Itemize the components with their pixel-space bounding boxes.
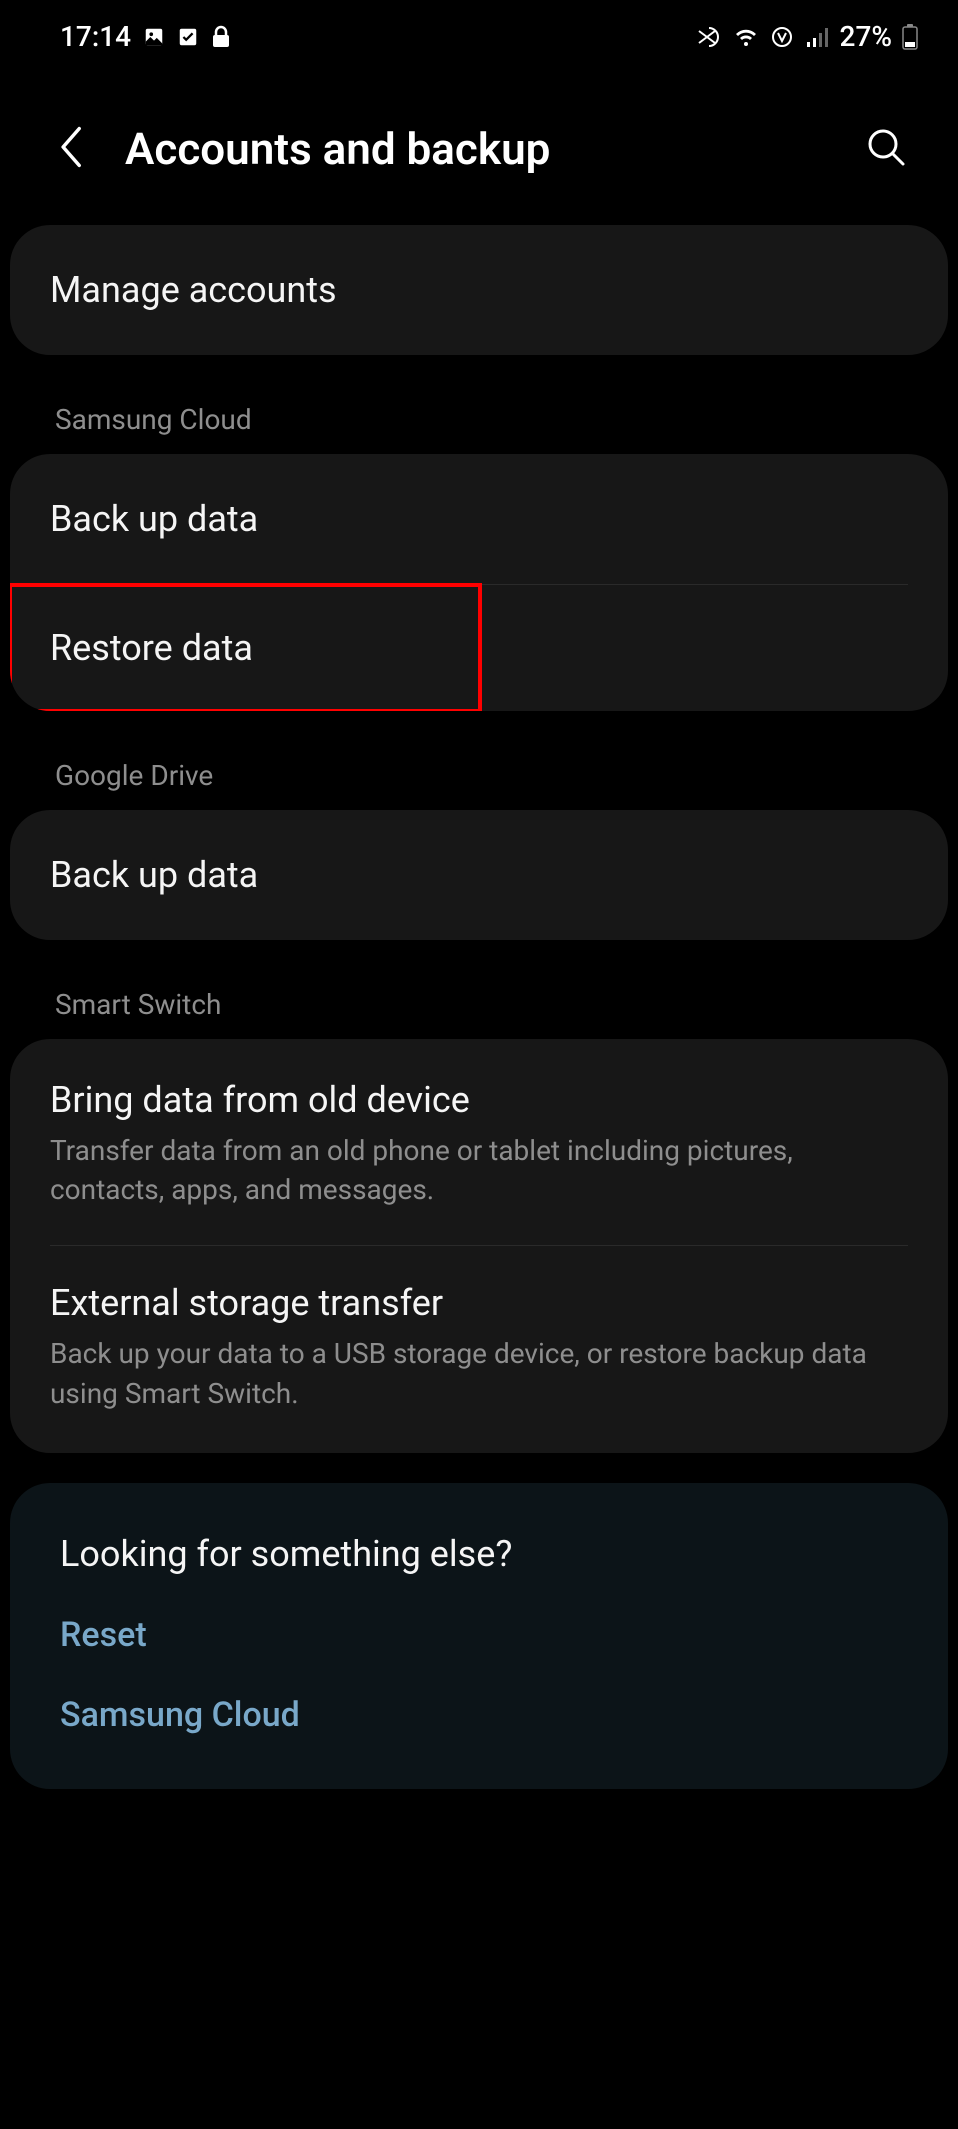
looking-title: Looking for something else?: [60, 1533, 898, 1575]
bring-data-desc: Transfer data from an old phone or table…: [50, 1131, 908, 1209]
bring-data-title: Bring data from old device: [50, 1079, 908, 1121]
page-title: Accounts and backup: [125, 123, 824, 175]
wifi-icon: [732, 26, 760, 48]
google-backup-item[interactable]: Back up data: [10, 810, 948, 940]
search-button[interactable]: [864, 125, 908, 173]
samsung-cloud-card: Back up data Restore data: [10, 454, 948, 711]
bring-data-item[interactable]: Bring data from old device Transfer data…: [10, 1039, 948, 1245]
battery-percent: 27%: [840, 20, 892, 53]
status-left: 17:14: [60, 20, 231, 53]
gallery-icon: [143, 26, 165, 48]
external-storage-title: External storage transfer: [50, 1282, 908, 1324]
signal-icon: [806, 26, 830, 48]
volte-icon: [770, 25, 796, 49]
google-drive-card: Back up data: [10, 810, 948, 940]
status-right: 27%: [696, 20, 918, 53]
samsung-restore-label: Restore data: [50, 627, 440, 669]
checkbox-icon: [177, 26, 199, 48]
google-drive-section-label: Google Drive: [0, 741, 958, 810]
samsung-cloud-section-label: Samsung Cloud: [0, 385, 958, 454]
manage-accounts-card: Manage accounts: [10, 225, 948, 355]
manage-accounts-item[interactable]: Manage accounts: [10, 225, 948, 355]
battery-icon: [902, 24, 918, 50]
smart-switch-section-label: Smart Switch: [0, 970, 958, 1039]
vibrate-icon: [696, 25, 722, 49]
samsung-restore-item[interactable]: Restore data: [10, 585, 480, 711]
google-backup-label: Back up data: [50, 854, 908, 896]
samsung-backup-label: Back up data: [50, 498, 908, 540]
samsung-backup-item[interactable]: Back up data: [10, 454, 948, 584]
status-bar: 17:14 27%: [0, 0, 958, 73]
back-button[interactable]: [55, 124, 85, 174]
lock-icon: [211, 25, 231, 49]
page-header: Accounts and backup: [0, 73, 958, 225]
manage-accounts-label: Manage accounts: [50, 269, 908, 311]
reset-link[interactable]: Reset: [60, 1615, 898, 1655]
status-time: 17:14: [60, 20, 131, 53]
external-storage-item[interactable]: External storage transfer Back up your d…: [10, 1246, 948, 1452]
looking-card: Looking for something else? Reset Samsun…: [10, 1483, 948, 1789]
smart-switch-card: Bring data from old device Transfer data…: [10, 1039, 948, 1453]
samsung-cloud-link[interactable]: Samsung Cloud: [60, 1695, 898, 1735]
external-storage-desc: Back up your data to a USB storage devic…: [50, 1334, 908, 1412]
